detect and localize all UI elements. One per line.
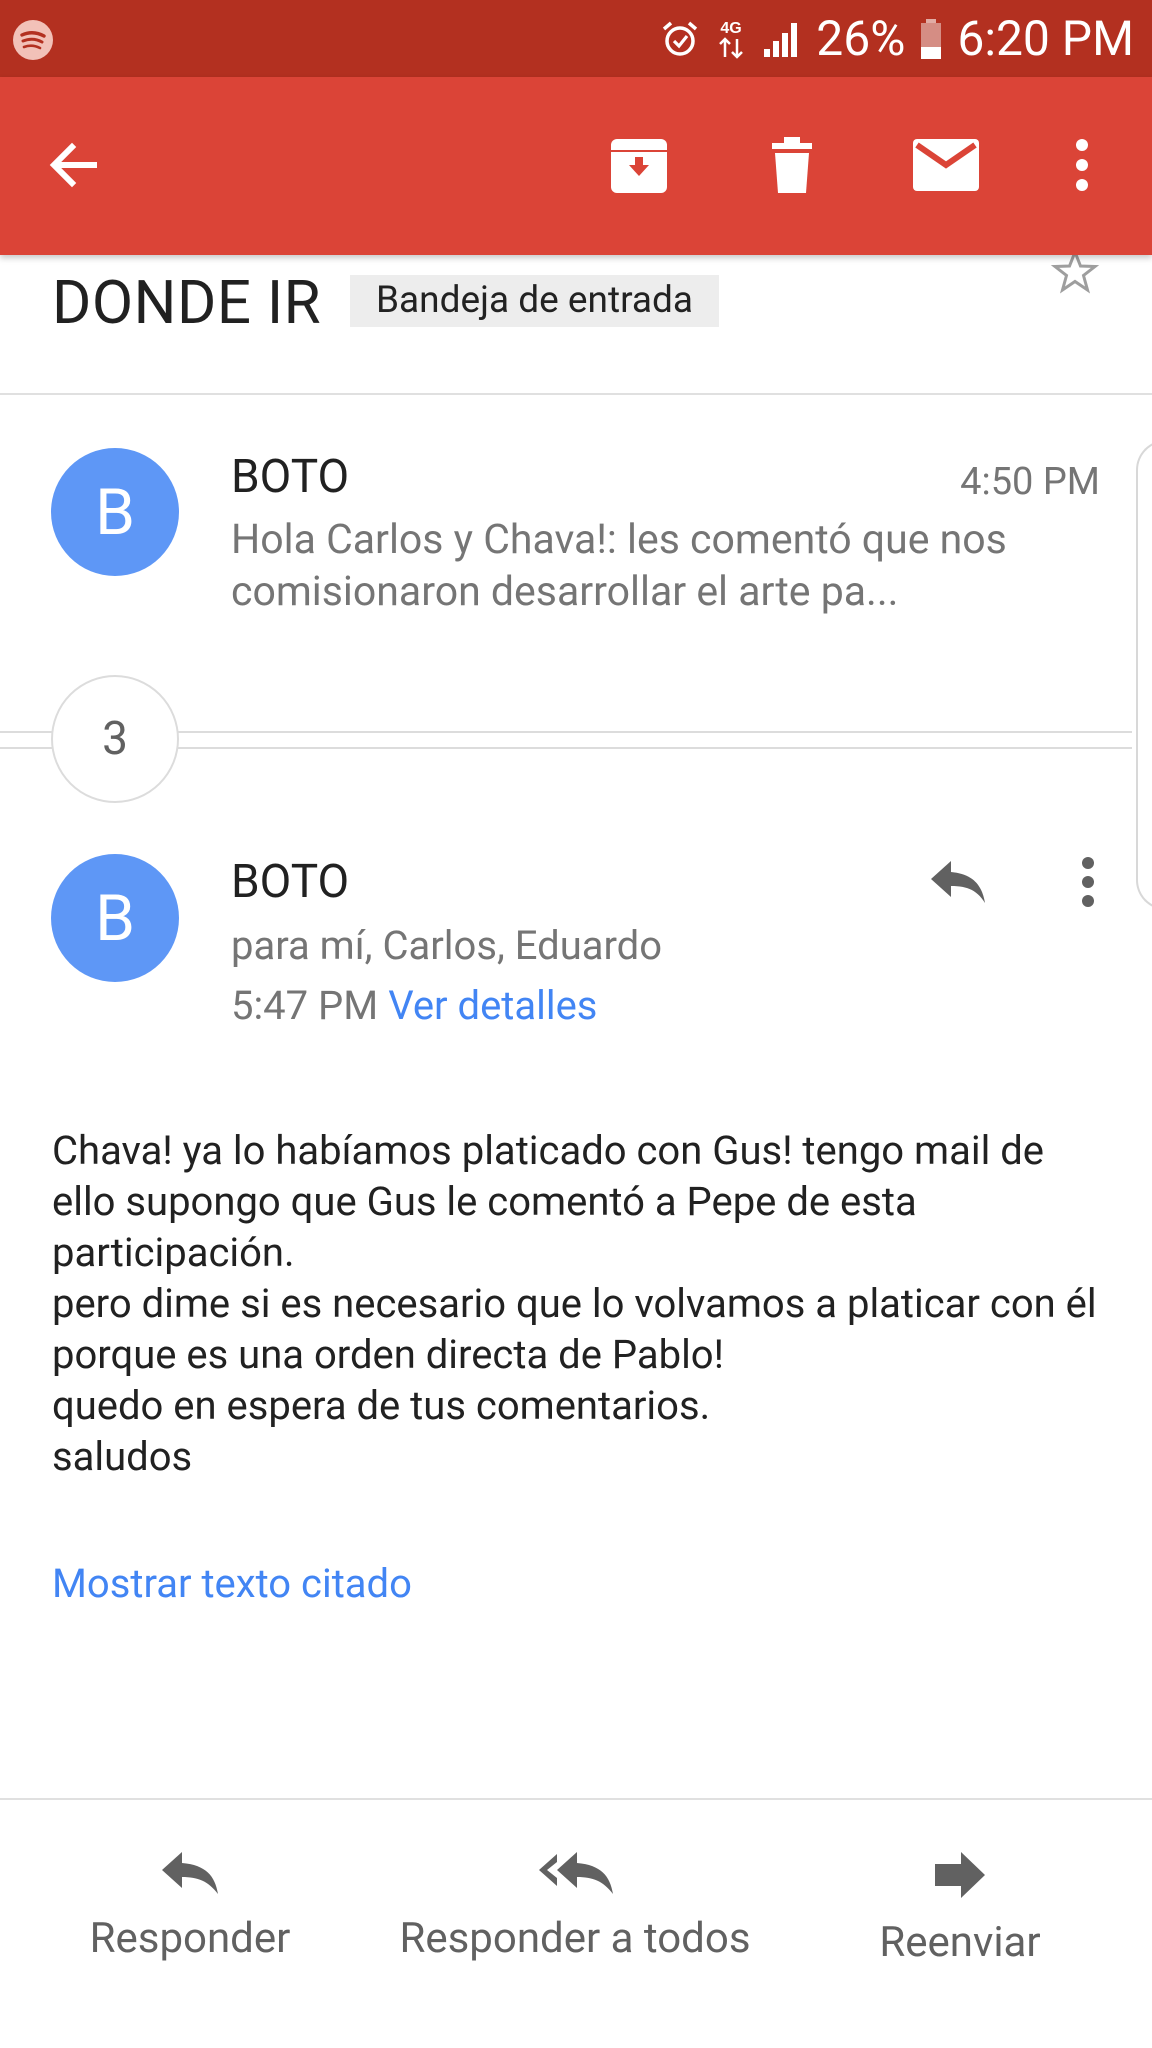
- mark-unread-button[interactable]: [910, 129, 982, 201]
- reply-icon: [162, 1852, 218, 1894]
- delete-button[interactable]: [756, 129, 828, 201]
- reply-all-icon: [539, 1852, 613, 1894]
- show-quoted-text-link[interactable]: Mostrar texto citado: [52, 1560, 412, 1607]
- svg-text:4G: 4G: [721, 20, 742, 37]
- alarm-icon: [660, 19, 700, 59]
- sender-name: BOTO: [231, 450, 350, 504]
- reply-action-button[interactable]: Responder: [80, 1850, 300, 1963]
- message-time-line: 5:47 PM Ver detalles: [231, 982, 597, 1029]
- battery-icon: [919, 17, 943, 61]
- message-time: 5:47 PM: [231, 982, 379, 1029]
- battery-percent: 26%: [816, 10, 906, 67]
- sender-name: BOTO: [231, 855, 350, 909]
- avatar: B: [51, 854, 179, 982]
- signal-icon: [762, 19, 802, 59]
- thread-subject: DONDE IR: [52, 267, 322, 338]
- more-options-button[interactable]: [1046, 129, 1118, 201]
- reply-button[interactable]: [922, 846, 994, 918]
- view-details-link[interactable]: Ver detalles: [388, 982, 597, 1029]
- mark-unread-icon: [913, 139, 979, 191]
- reply-icon: [931, 861, 985, 903]
- back-arrow-icon: [49, 142, 97, 188]
- reply-label: Responder: [89, 1914, 291, 1963]
- inbox-label-chip[interactable]: Bandeja de entrada: [350, 275, 720, 327]
- recipients-line: para mí, Carlos, Eduardo: [231, 922, 663, 969]
- forward-action-button[interactable]: Reenviar: [850, 1850, 1070, 1967]
- thread-header: DONDE IR Bandeja de entrada: [0, 247, 1152, 395]
- message-body: Chava! ya lo habíamos platicado con Gus!…: [52, 1127, 1097, 1480]
- spotify-icon: [12, 19, 54, 61]
- delete-icon: [772, 137, 812, 193]
- collapsed-message[interactable]: B BOTO 4:50 PM Hola Carlos y Chava!: les…: [0, 398, 1152, 698]
- app-toolbar: [0, 77, 1152, 255]
- network-4g-icon: 4G: [714, 17, 748, 61]
- more-vert-icon: [1082, 857, 1094, 907]
- reply-all-label: Responder a todos: [399, 1914, 751, 1963]
- clock: 6:20 PM: [957, 10, 1134, 67]
- forward-icon: [935, 1852, 985, 1898]
- avatar: B: [51, 448, 179, 576]
- more-vert-icon: [1076, 139, 1088, 191]
- message-more-button[interactable]: [1052, 846, 1124, 918]
- back-button[interactable]: [38, 129, 110, 201]
- forward-label: Reenviar: [879, 1918, 1041, 1967]
- hidden-messages-count[interactable]: 3: [51, 675, 179, 803]
- bottom-action-bar: Responder Responder a todos Reenviar: [0, 1798, 1152, 2048]
- status-bar: 4G 26% 6:20 PM: [0, 0, 1152, 77]
- message-snippet: Hola Carlos y Chava!: les comentó que no…: [231, 516, 1007, 616]
- message-time: 4:50 PM: [960, 460, 1100, 504]
- reply-all-action-button[interactable]: Responder a todos: [380, 1850, 770, 1963]
- archive-icon: [611, 139, 667, 193]
- archive-button[interactable]: [603, 129, 675, 201]
